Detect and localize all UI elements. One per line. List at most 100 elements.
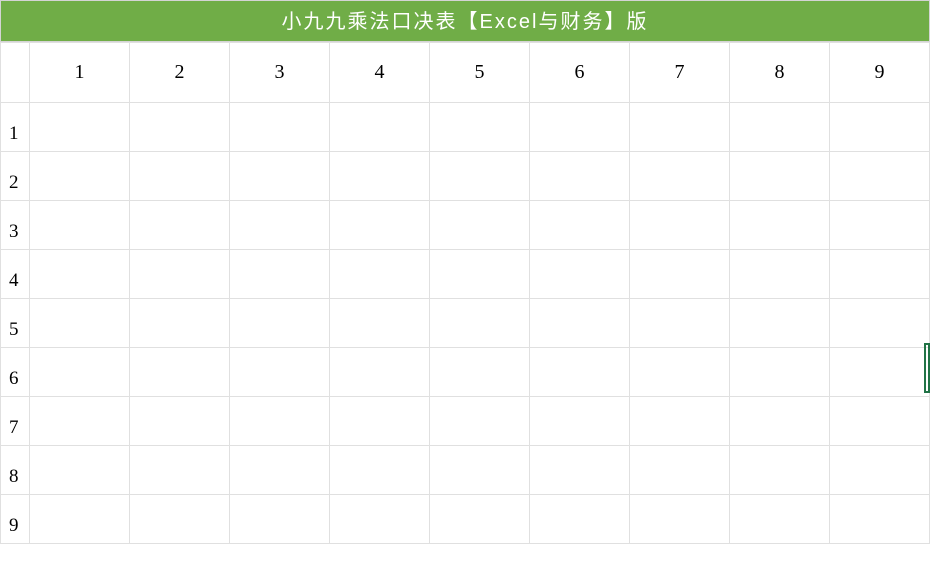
cell[interactable]	[530, 201, 630, 250]
cell[interactable]	[530, 103, 630, 152]
cell[interactable]	[730, 103, 830, 152]
col-header-6[interactable]: 6	[530, 43, 630, 103]
row-header-3[interactable]: 3	[1, 201, 30, 250]
cell[interactable]	[430, 103, 530, 152]
cell[interactable]	[530, 299, 630, 348]
cell[interactable]	[830, 299, 930, 348]
cell[interactable]	[730, 152, 830, 201]
row-header-8[interactable]: 8	[1, 446, 30, 495]
col-header-7[interactable]: 7	[630, 43, 730, 103]
cell[interactable]	[630, 103, 730, 152]
cell[interactable]	[730, 495, 830, 544]
cell[interactable]	[630, 348, 730, 397]
row-header-7[interactable]: 7	[1, 397, 30, 446]
cell[interactable]	[130, 495, 230, 544]
cell[interactable]	[630, 299, 730, 348]
col-header-9[interactable]: 9	[830, 43, 930, 103]
cell[interactable]	[130, 446, 230, 495]
col-header-4[interactable]: 4	[330, 43, 430, 103]
cell[interactable]	[430, 495, 530, 544]
cell[interactable]	[30, 397, 130, 446]
cell[interactable]	[230, 250, 330, 299]
cell[interactable]	[330, 152, 430, 201]
cell[interactable]	[130, 299, 230, 348]
cell[interactable]	[530, 495, 630, 544]
cell[interactable]	[530, 152, 630, 201]
cell[interactable]	[30, 103, 130, 152]
cell[interactable]	[430, 152, 530, 201]
row-header-2[interactable]: 2	[1, 152, 30, 201]
row-header-5[interactable]: 5	[1, 299, 30, 348]
cell[interactable]	[130, 201, 230, 250]
cell[interactable]	[730, 299, 830, 348]
cell[interactable]	[330, 299, 430, 348]
cell[interactable]	[830, 495, 930, 544]
cell[interactable]	[30, 348, 130, 397]
cell[interactable]	[230, 103, 330, 152]
cell[interactable]	[430, 201, 530, 250]
cell[interactable]	[330, 201, 430, 250]
cell[interactable]	[230, 201, 330, 250]
cell[interactable]	[330, 446, 430, 495]
cell[interactable]	[30, 201, 130, 250]
cell[interactable]	[530, 446, 630, 495]
cell[interactable]	[230, 152, 330, 201]
cell[interactable]	[530, 250, 630, 299]
cell[interactable]	[430, 397, 530, 446]
col-header-8[interactable]: 8	[730, 43, 830, 103]
cell[interactable]	[230, 495, 330, 544]
cell[interactable]	[630, 250, 730, 299]
cell[interactable]	[30, 250, 130, 299]
cell[interactable]	[330, 348, 430, 397]
row-header-4[interactable]: 4	[1, 250, 30, 299]
cell[interactable]	[330, 397, 430, 446]
col-header-1[interactable]: 1	[30, 43, 130, 103]
cell[interactable]	[830, 201, 930, 250]
cell[interactable]	[830, 103, 930, 152]
corner-cell[interactable]	[1, 43, 30, 103]
col-header-2[interactable]: 2	[130, 43, 230, 103]
cell[interactable]	[830, 446, 930, 495]
row-header-1[interactable]: 1	[1, 103, 30, 152]
cell[interactable]	[530, 348, 630, 397]
cell[interactable]	[630, 397, 730, 446]
cell[interactable]	[130, 397, 230, 446]
cell[interactable]	[430, 446, 530, 495]
cell[interactable]	[730, 397, 830, 446]
cell[interactable]	[130, 103, 230, 152]
cell[interactable]	[630, 495, 730, 544]
cell[interactable]	[130, 348, 230, 397]
cell[interactable]	[230, 299, 330, 348]
cell[interactable]	[330, 103, 430, 152]
cell[interactable]	[30, 446, 130, 495]
cell[interactable]	[430, 348, 530, 397]
cell[interactable]	[730, 201, 830, 250]
cell[interactable]	[130, 250, 230, 299]
cell[interactable]	[730, 446, 830, 495]
cell[interactable]	[30, 299, 130, 348]
cell[interactable]	[30, 495, 130, 544]
cell[interactable]	[630, 201, 730, 250]
cell[interactable]	[830, 152, 930, 201]
cell[interactable]	[830, 348, 930, 397]
col-header-5[interactable]: 5	[430, 43, 530, 103]
cell[interactable]	[230, 446, 330, 495]
cell[interactable]	[330, 495, 430, 544]
cell[interactable]	[330, 250, 430, 299]
cell[interactable]	[30, 152, 130, 201]
cell[interactable]	[130, 152, 230, 201]
row-header-9[interactable]: 9	[1, 495, 30, 544]
cell[interactable]	[430, 250, 530, 299]
cell[interactable]	[530, 397, 630, 446]
cell[interactable]	[630, 152, 730, 201]
cell[interactable]	[630, 446, 730, 495]
cell[interactable]	[830, 397, 930, 446]
cell[interactable]	[230, 348, 330, 397]
cell[interactable]	[730, 250, 830, 299]
cell[interactable]	[430, 299, 530, 348]
cell[interactable]	[730, 348, 830, 397]
cell[interactable]	[230, 397, 330, 446]
cell[interactable]	[830, 250, 930, 299]
col-header-3[interactable]: 3	[230, 43, 330, 103]
row-header-6[interactable]: 6	[1, 348, 30, 397]
